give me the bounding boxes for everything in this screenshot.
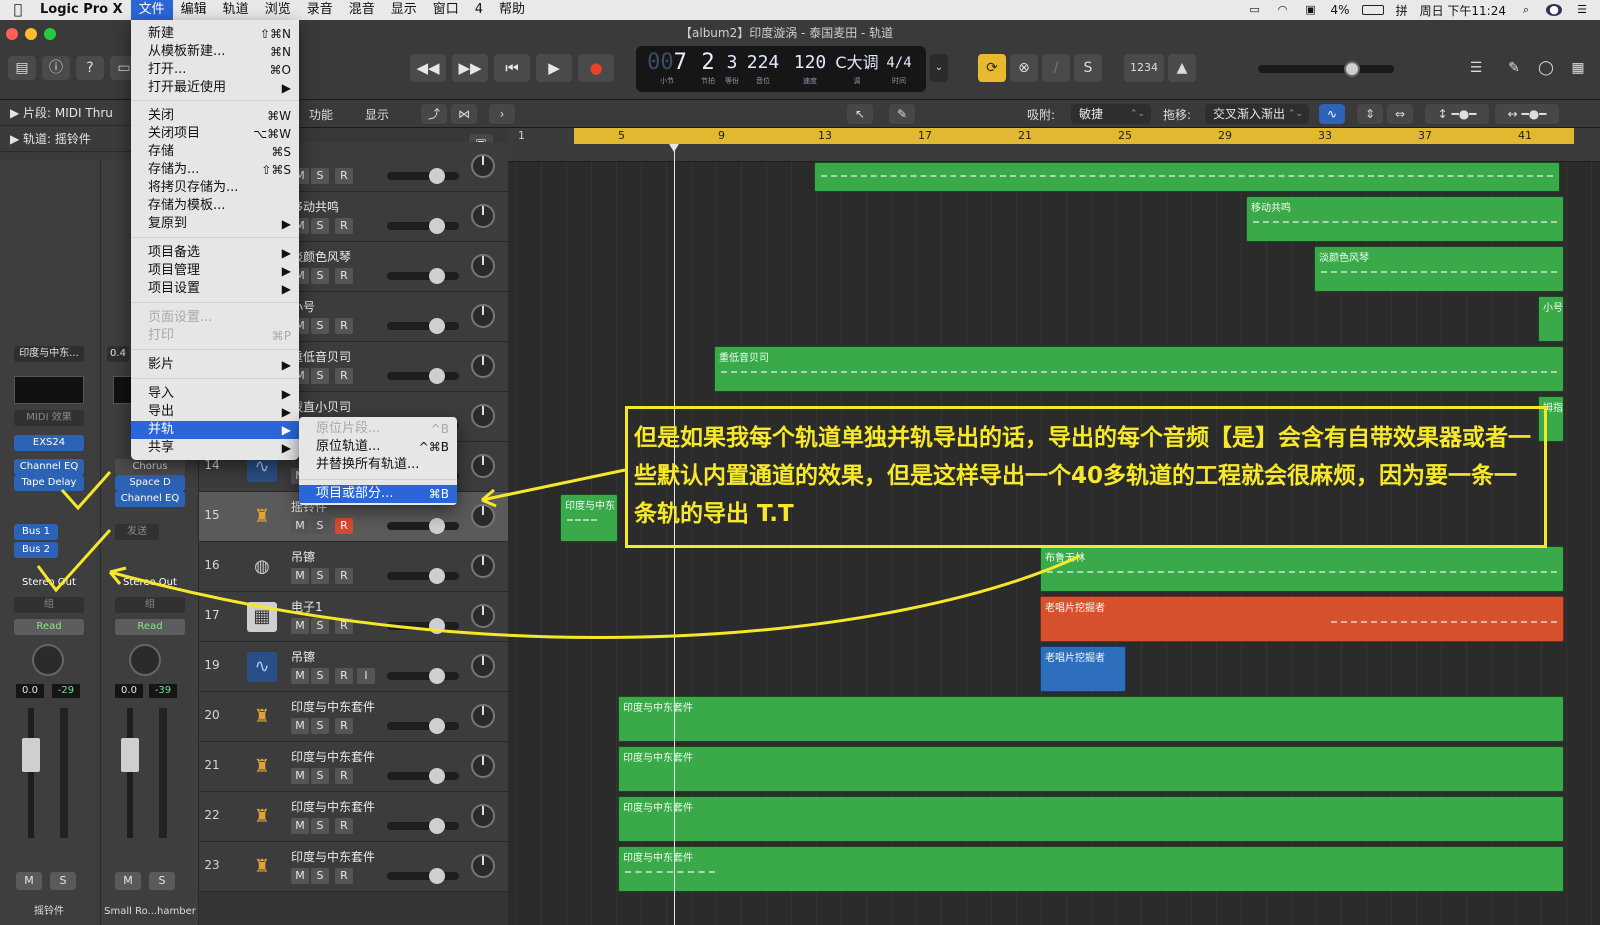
- annotation-callout: 但是如果我每个轨道单独并轨导出的话，导出的每个音频【是】会含有自带效果器或者一些…: [625, 406, 1547, 548]
- logic-pro-window:  Logic Pro X 文件 编辑 轨道 浏览 录音 混音 显示 窗口 4 …: [0, 0, 1600, 925]
- annotation-text: 但是如果我每个轨道单独并轨导出的话，导出的每个音频【是】会含有自带效果器或者一些…: [634, 425, 1531, 527]
- arrow-to-channel-strip-icon: [109, 554, 1081, 639]
- checkmark-strip1-icon: [60, 471, 112, 511]
- checkmark-strip2-icon: [36, 528, 112, 593]
- arrow-to-bounce-menu-icon: [481, 468, 626, 502]
